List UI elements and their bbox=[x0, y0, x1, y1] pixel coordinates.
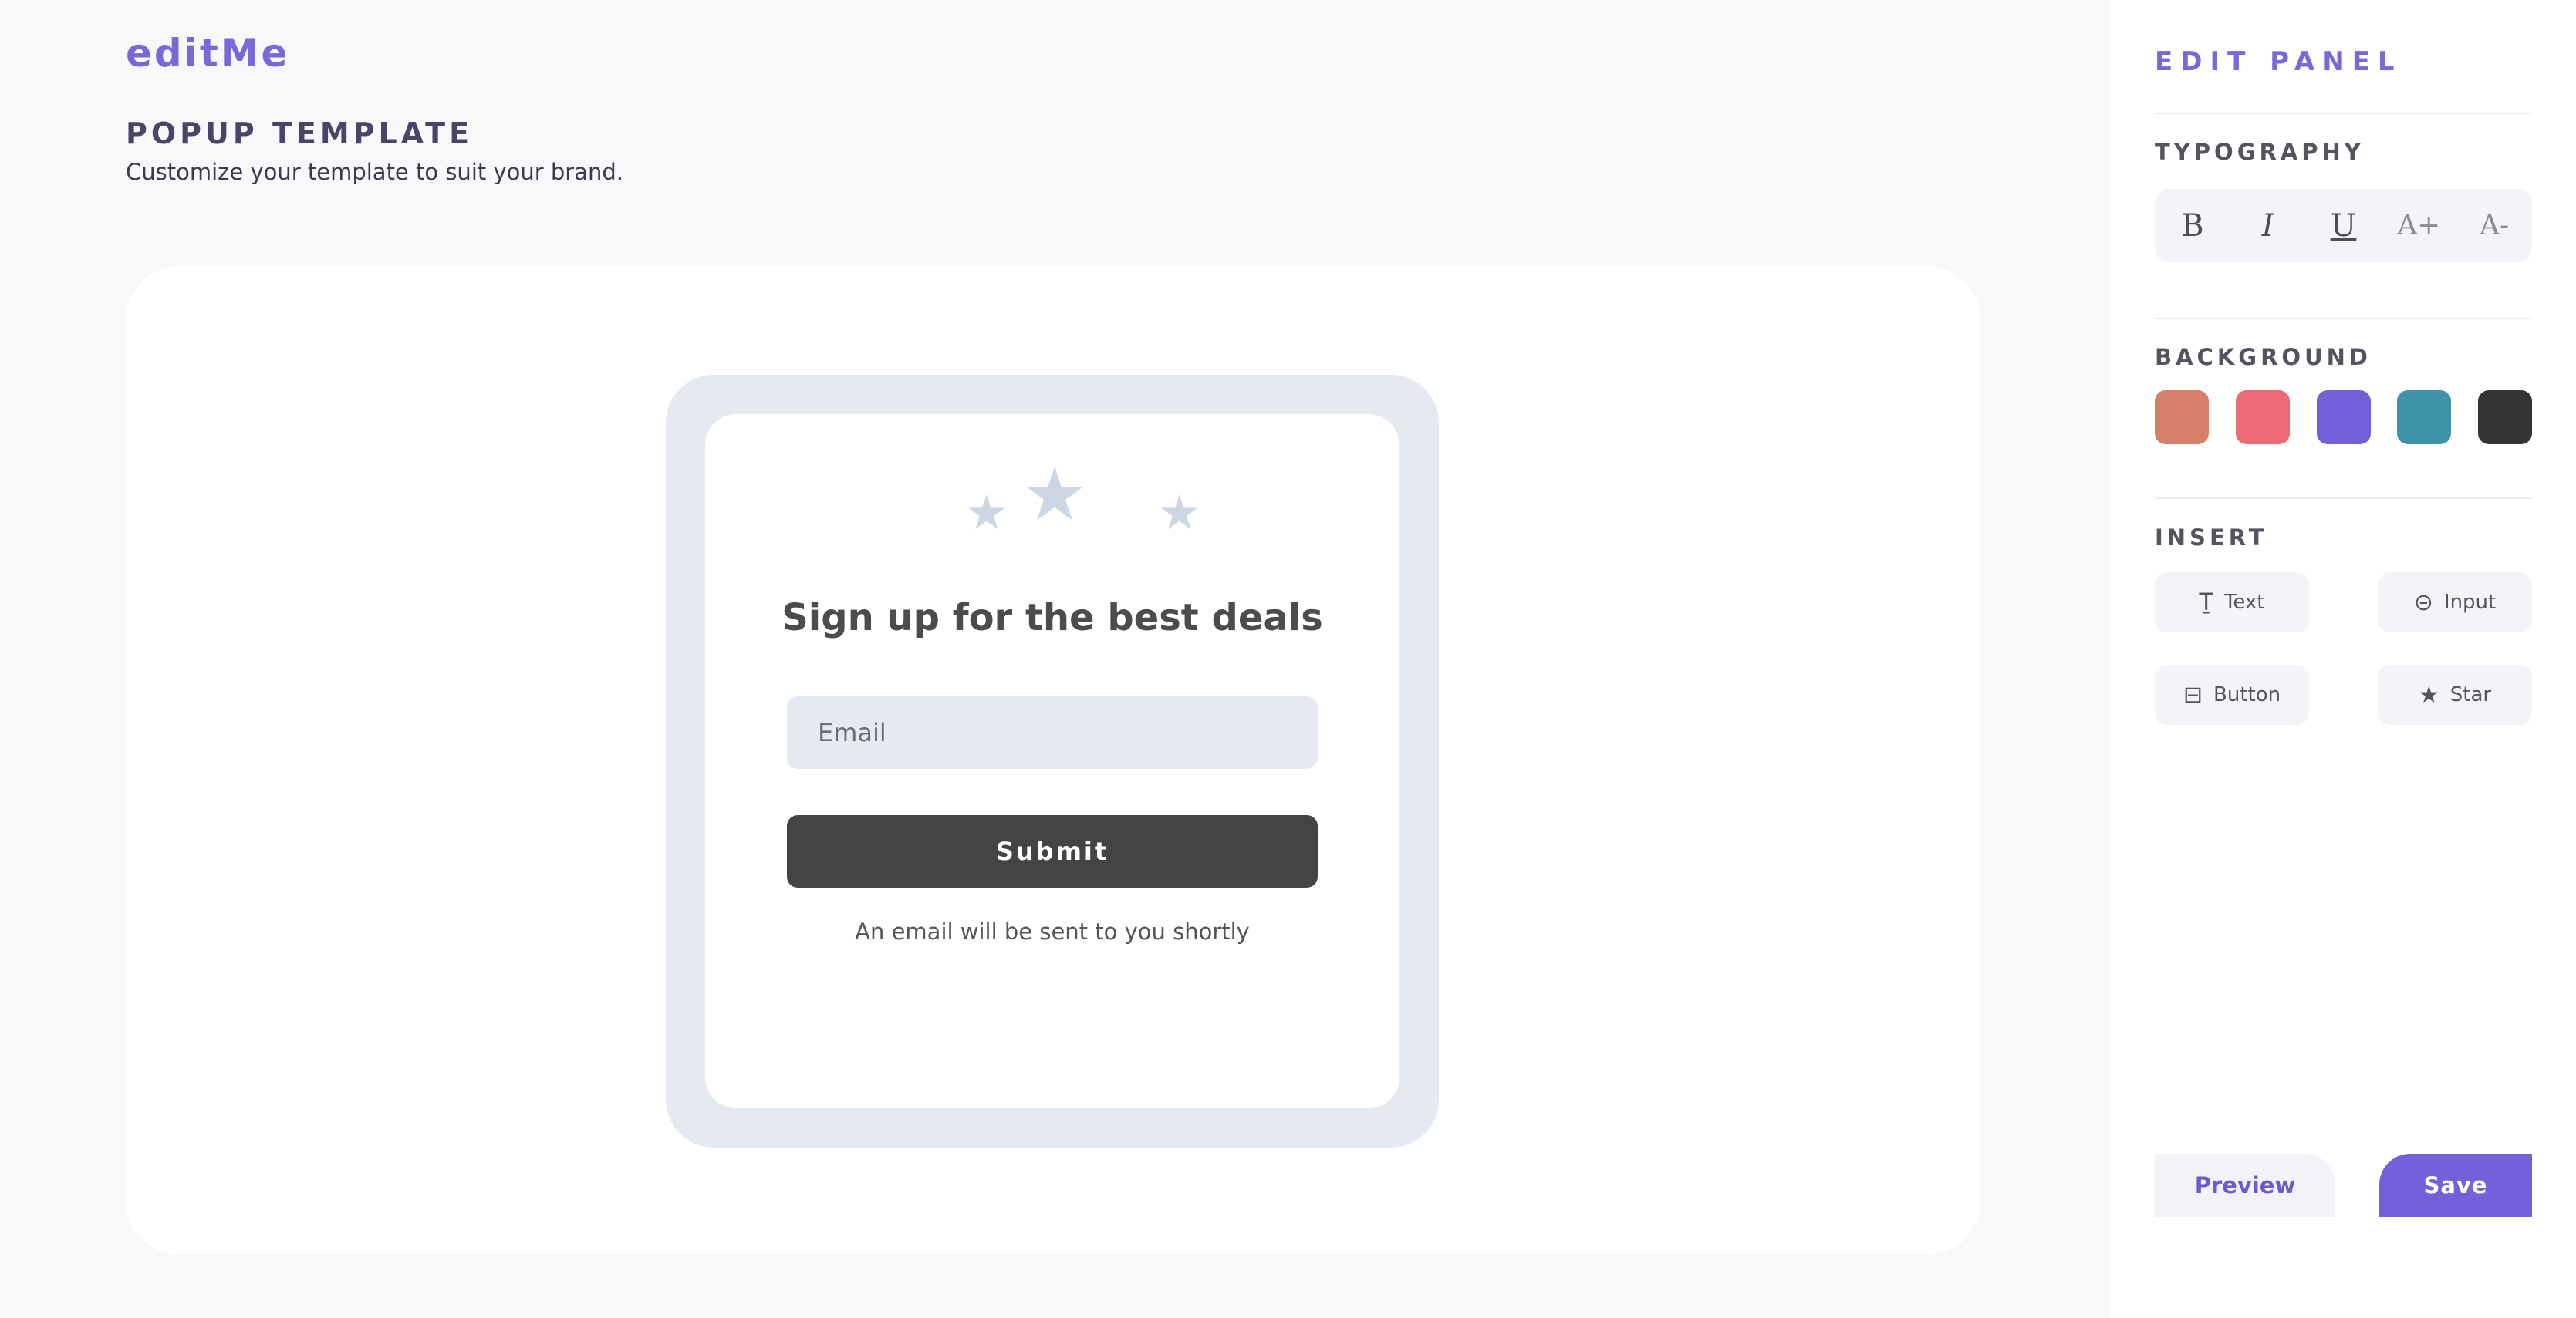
background-swatch-black[interactable] bbox=[2478, 390, 2532, 444]
edit-panel: EDIT PANEL TYPOGRAPHY B I U A+ A- BACKGR… bbox=[2110, 0, 2576, 1318]
text-icon: Ṯ bbox=[2199, 588, 2213, 616]
popup-note[interactable]: An email will be sent to you shortly bbox=[705, 919, 1399, 945]
page-subtitle: Customize your template to suit your bra… bbox=[126, 159, 623, 185]
font-size-decrease-button[interactable]: A- bbox=[2467, 199, 2521, 253]
insert-label: INSERT bbox=[2155, 524, 2268, 551]
insert-star-label: Star bbox=[2449, 683, 2492, 706]
background-swatch-purple[interactable] bbox=[2317, 390, 2371, 444]
font-size-decrease-icon: A- bbox=[2479, 210, 2510, 241]
star-icon[interactable]: ★ bbox=[1158, 489, 1201, 537]
italic-button[interactable]: I bbox=[2241, 199, 2295, 253]
background-swatch-pink[interactable] bbox=[2236, 390, 2290, 444]
main-area: editMe POPUP TEMPLATE Customize your tem… bbox=[0, 0, 2110, 1318]
popup-frame[interactable]: ★ ★ ★ Sign up for the best deals Submit … bbox=[666, 375, 1439, 1148]
preview-button[interactable]: Preview bbox=[2155, 1154, 2335, 1217]
popup-card[interactable]: ★ ★ ★ Sign up for the best deals Submit … bbox=[705, 414, 1399, 1108]
insert-star-button[interactable]: ★ Star bbox=[2378, 665, 2532, 725]
font-size-increase-button[interactable]: A+ bbox=[2392, 199, 2446, 253]
divider bbox=[2155, 497, 2532, 499]
insert-button-button[interactable]: ⊟ Button bbox=[2155, 665, 2309, 725]
background-label: BACKGROUND bbox=[2155, 344, 2372, 370]
insert-button-label: Button bbox=[2213, 683, 2281, 706]
font-size-increase-icon: A+ bbox=[2397, 210, 2441, 241]
app-logo[interactable]: editMe bbox=[126, 31, 289, 76]
insert-text-button[interactable]: Ṯ Text bbox=[2155, 572, 2309, 632]
page-title: POPUP TEMPLATE bbox=[126, 116, 474, 150]
panel-title: EDIT PANEL bbox=[2155, 46, 2402, 77]
editor-canvas: ★ ★ ★ Sign up for the best deals Submit … bbox=[126, 266, 1980, 1255]
insert-input-button[interactable]: ⊝ Input bbox=[2378, 572, 2532, 632]
bold-icon: B bbox=[2181, 207, 2204, 244]
input-icon: ⊝ bbox=[2413, 588, 2433, 616]
email-input[interactable] bbox=[787, 696, 1318, 769]
star-icon[interactable]: ★ bbox=[1021, 457, 1088, 531]
background-swatch-teal[interactable] bbox=[2397, 390, 2451, 444]
underline-icon: U bbox=[2330, 207, 2357, 244]
divider bbox=[2155, 113, 2532, 114]
typography-toolbar: B I U A+ A- bbox=[2155, 189, 2532, 262]
divider bbox=[2155, 318, 2532, 319]
italic-icon: I bbox=[2261, 207, 2274, 244]
background-swatch-orange[interactable] bbox=[2155, 390, 2209, 444]
submit-button[interactable]: Submit bbox=[787, 815, 1318, 888]
save-button[interactable]: Save bbox=[2379, 1154, 2532, 1217]
star-icon[interactable]: ★ bbox=[965, 489, 1008, 537]
typography-label: TYPOGRAPHY bbox=[2155, 139, 2365, 165]
underline-button[interactable]: U bbox=[2316, 199, 2370, 253]
insert-input-label: Input bbox=[2443, 591, 2497, 614]
button-icon: ⊟ bbox=[2183, 681, 2203, 709]
insert-text-label: Text bbox=[2223, 591, 2265, 614]
star-icon: ★ bbox=[2418, 681, 2439, 709]
bold-button[interactable]: B bbox=[2166, 199, 2220, 253]
popup-heading[interactable]: Sign up for the best deals bbox=[705, 596, 1399, 639]
